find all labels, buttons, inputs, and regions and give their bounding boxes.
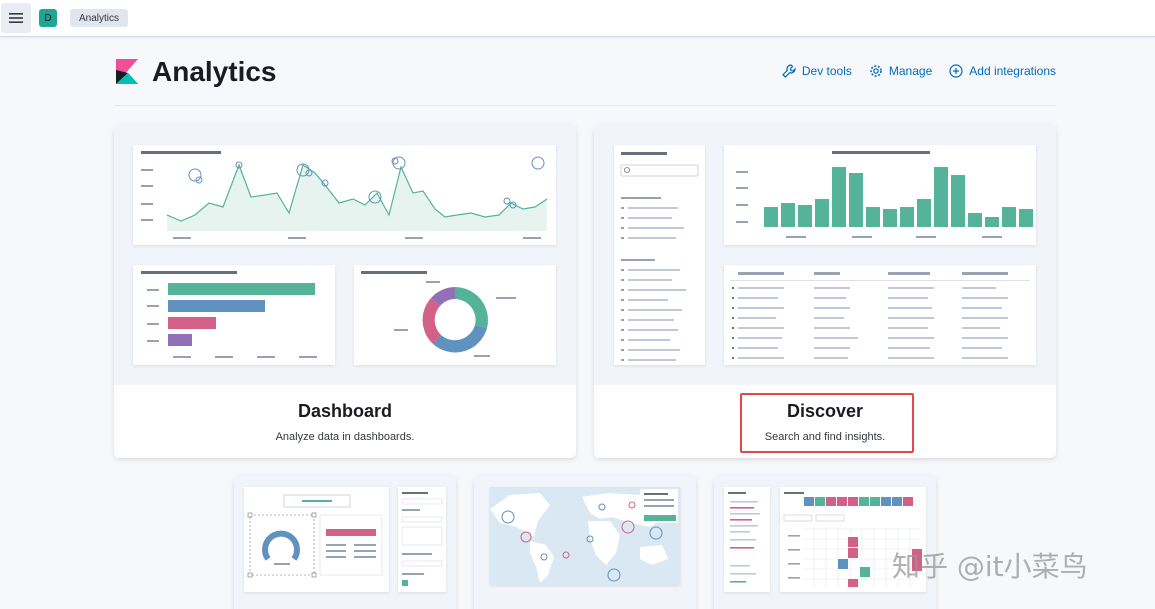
visualize-sidebar-panel	[724, 487, 770, 592]
maps-card[interactable]	[474, 476, 696, 609]
canvas-card[interactable]	[234, 476, 456, 609]
histogram-panel	[724, 145, 1036, 245]
bar-chart-panel	[133, 265, 335, 365]
menu-button[interactable]	[1, 3, 31, 33]
dashboard-illustration	[114, 125, 576, 385]
header-actions: Dev tools Manage Add integrations	[782, 64, 1056, 78]
wrench-icon	[782, 64, 796, 78]
dashboard-card-title: Dashboard	[297, 401, 393, 421]
top-bar: D Analytics	[0, 0, 1155, 37]
dashboard-card[interactable]: Dashboard Analyze data in dashboards.	[114, 125, 576, 458]
kibana-logo-icon	[116, 59, 138, 84]
field-list-panel	[614, 145, 705, 365]
manage-label: Manage	[888, 64, 933, 78]
page-header: Analytics Dev tools Manage Add integrati…	[114, 52, 1056, 106]
visualize-card[interactable]	[714, 476, 936, 609]
dev-tools-link[interactable]: Dev tools	[782, 64, 852, 78]
space-avatar[interactable]: D	[39, 9, 57, 27]
discover-illustration	[594, 125, 1056, 385]
breadcrumb[interactable]: Analytics	[70, 9, 129, 27]
maps-illustration	[474, 476, 696, 609]
manage-link[interactable]: Manage	[869, 64, 932, 78]
canvas-illustration	[234, 476, 456, 609]
watermark: 知乎 @it小菜鸟	[892, 550, 1088, 583]
page-title: Analytics	[152, 56, 277, 87]
discover-highlight-box	[740, 393, 914, 453]
documents-table-panel	[724, 265, 1036, 365]
dashboard-card-description: Analyze data in dashboards.	[275, 431, 415, 443]
canvas-workpad-panel	[244, 487, 389, 592]
line-chart-panel	[133, 145, 556, 245]
dev-tools-label: Dev tools	[801, 64, 852, 78]
plus-circle-icon	[949, 64, 963, 78]
hamburger-icon	[9, 13, 23, 23]
add-integrations-label: Add integrations	[969, 64, 1056, 78]
add-integrations-link[interactable]: Add integrations	[949, 64, 1056, 78]
canvas-sidebar-panel	[398, 487, 446, 592]
visualize-illustration	[714, 476, 936, 609]
donut-chart-panel	[354, 265, 556, 365]
map-panel	[490, 487, 680, 585]
gear-icon	[870, 65, 882, 77]
